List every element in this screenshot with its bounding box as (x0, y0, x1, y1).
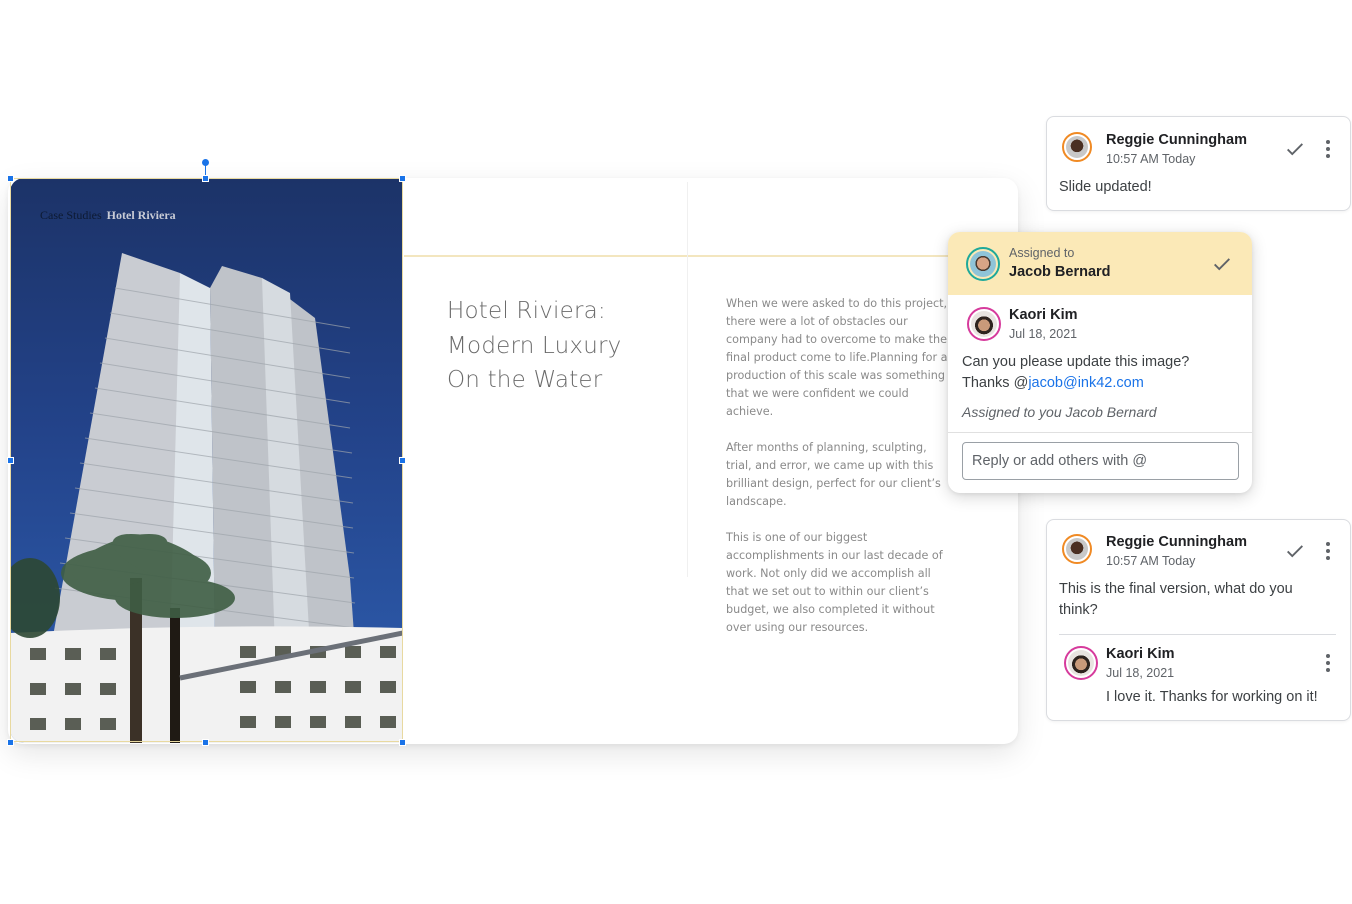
comment-card[interactable]: Reggie Cunningham 10:57 AM Today Slide u… (1046, 116, 1351, 211)
comment-date: Jul 18, 2021 (1009, 327, 1078, 341)
column-divider (687, 182, 688, 577)
avatar-reggie (1062, 534, 1092, 564)
reply-divider (948, 432, 1252, 433)
photo-caption: Case Studies Hotel Riviera (40, 208, 176, 223)
slide-title-line: On the Water (447, 367, 603, 393)
reply-date: Jul 18, 2021 (1106, 666, 1175, 680)
resize-handle-top[interactable] (202, 175, 209, 182)
resize-handle-top-right[interactable] (399, 175, 406, 182)
comment-time: 10:57 AM Today (1106, 554, 1196, 568)
reply-author: Kaori Kim (1106, 646, 1175, 662)
avatar-reggie (1062, 132, 1092, 162)
thread-divider (1059, 634, 1336, 635)
palm-trunk (170, 608, 180, 743)
caption-title: Hotel Riviera (106, 208, 176, 222)
resize-handle-left[interactable] (7, 457, 14, 464)
slide-body-text[interactable]: When we were asked to do this project, t… (726, 295, 952, 655)
body-paragraph: After months of planning, sculpting, tri… (726, 441, 941, 508)
resize-handle-bottom-right[interactable] (399, 739, 406, 746)
hotel-building-illustration (10, 253, 403, 743)
assigned-comment-card[interactable]: Assigned to Jacob Bernard Kaori Kim Jul … (948, 232, 1252, 493)
resolve-check-icon[interactable] (1284, 540, 1306, 562)
more-options-icon[interactable] (1325, 542, 1331, 562)
comment-time: 10:57 AM Today (1106, 152, 1196, 166)
slide-title-line: Modern Luxury (447, 332, 622, 359)
hotel-photo[interactable]: Case Studies Hotel Riviera (10, 178, 403, 743)
body-paragraph: This is one of our biggest accomplishmen… (726, 531, 943, 634)
mark-done-check-icon[interactable] (1211, 253, 1233, 275)
reply-input[interactable] (962, 442, 1239, 480)
more-options-icon[interactable] (1325, 140, 1331, 160)
avatar-kaori (967, 307, 1001, 341)
body-paragraph: When we were asked to do this project, t… (726, 297, 948, 418)
header-divider (404, 255, 949, 257)
rotate-handle[interactable] (202, 159, 209, 166)
avatar-jacob (966, 247, 1000, 281)
mention-link[interactable]: jacob@ink42.com (1028, 375, 1143, 391)
comment-author: Reggie Cunningham (1106, 534, 1247, 550)
avatar-kaori (1064, 646, 1098, 680)
comment-text-line: Can you please update this image? (962, 354, 1190, 370)
comment-text: Slide updated! (1059, 179, 1152, 195)
assignment-header: Assigned to Jacob Bernard (948, 232, 1252, 295)
resize-handle-bottom[interactable] (202, 739, 209, 746)
assignee-name: Jacob Bernard (1009, 264, 1111, 280)
comment-author: Kaori Kim (1009, 307, 1078, 323)
resize-handle-right[interactable] (399, 457, 406, 464)
resize-handle-bottom-left[interactable] (7, 739, 14, 746)
comment-text-line: Thanks @jacob@ink42.com (962, 373, 1242, 394)
comment-author: Reggie Cunningham (1106, 132, 1247, 148)
resize-handle-top-left[interactable] (7, 175, 14, 182)
slide-title[interactable]: Hotel Riviera: Modern Luxury On the Wate… (447, 294, 677, 398)
reply-more-options-icon[interactable] (1325, 654, 1331, 674)
slide-title-line: Hotel Riviera: (447, 298, 606, 324)
assignment-note: Assigned to you Jacob Bernard (962, 404, 1157, 420)
comment-text: Can you please update this image? Thanks… (962, 352, 1242, 394)
resolve-check-icon[interactable] (1284, 138, 1306, 160)
comment-text: This is the final version, what do you t… (1059, 581, 1293, 618)
assigned-to-label: Assigned to (1009, 246, 1075, 260)
comment-thread-card[interactable]: Reggie Cunningham 10:57 AM Today This is… (1046, 519, 1351, 721)
comment-text-prefix: Thanks @ (962, 375, 1029, 391)
reply-text: I love it. Thanks for working on it! (1106, 689, 1318, 705)
caption-section: Case Studies (40, 208, 102, 222)
